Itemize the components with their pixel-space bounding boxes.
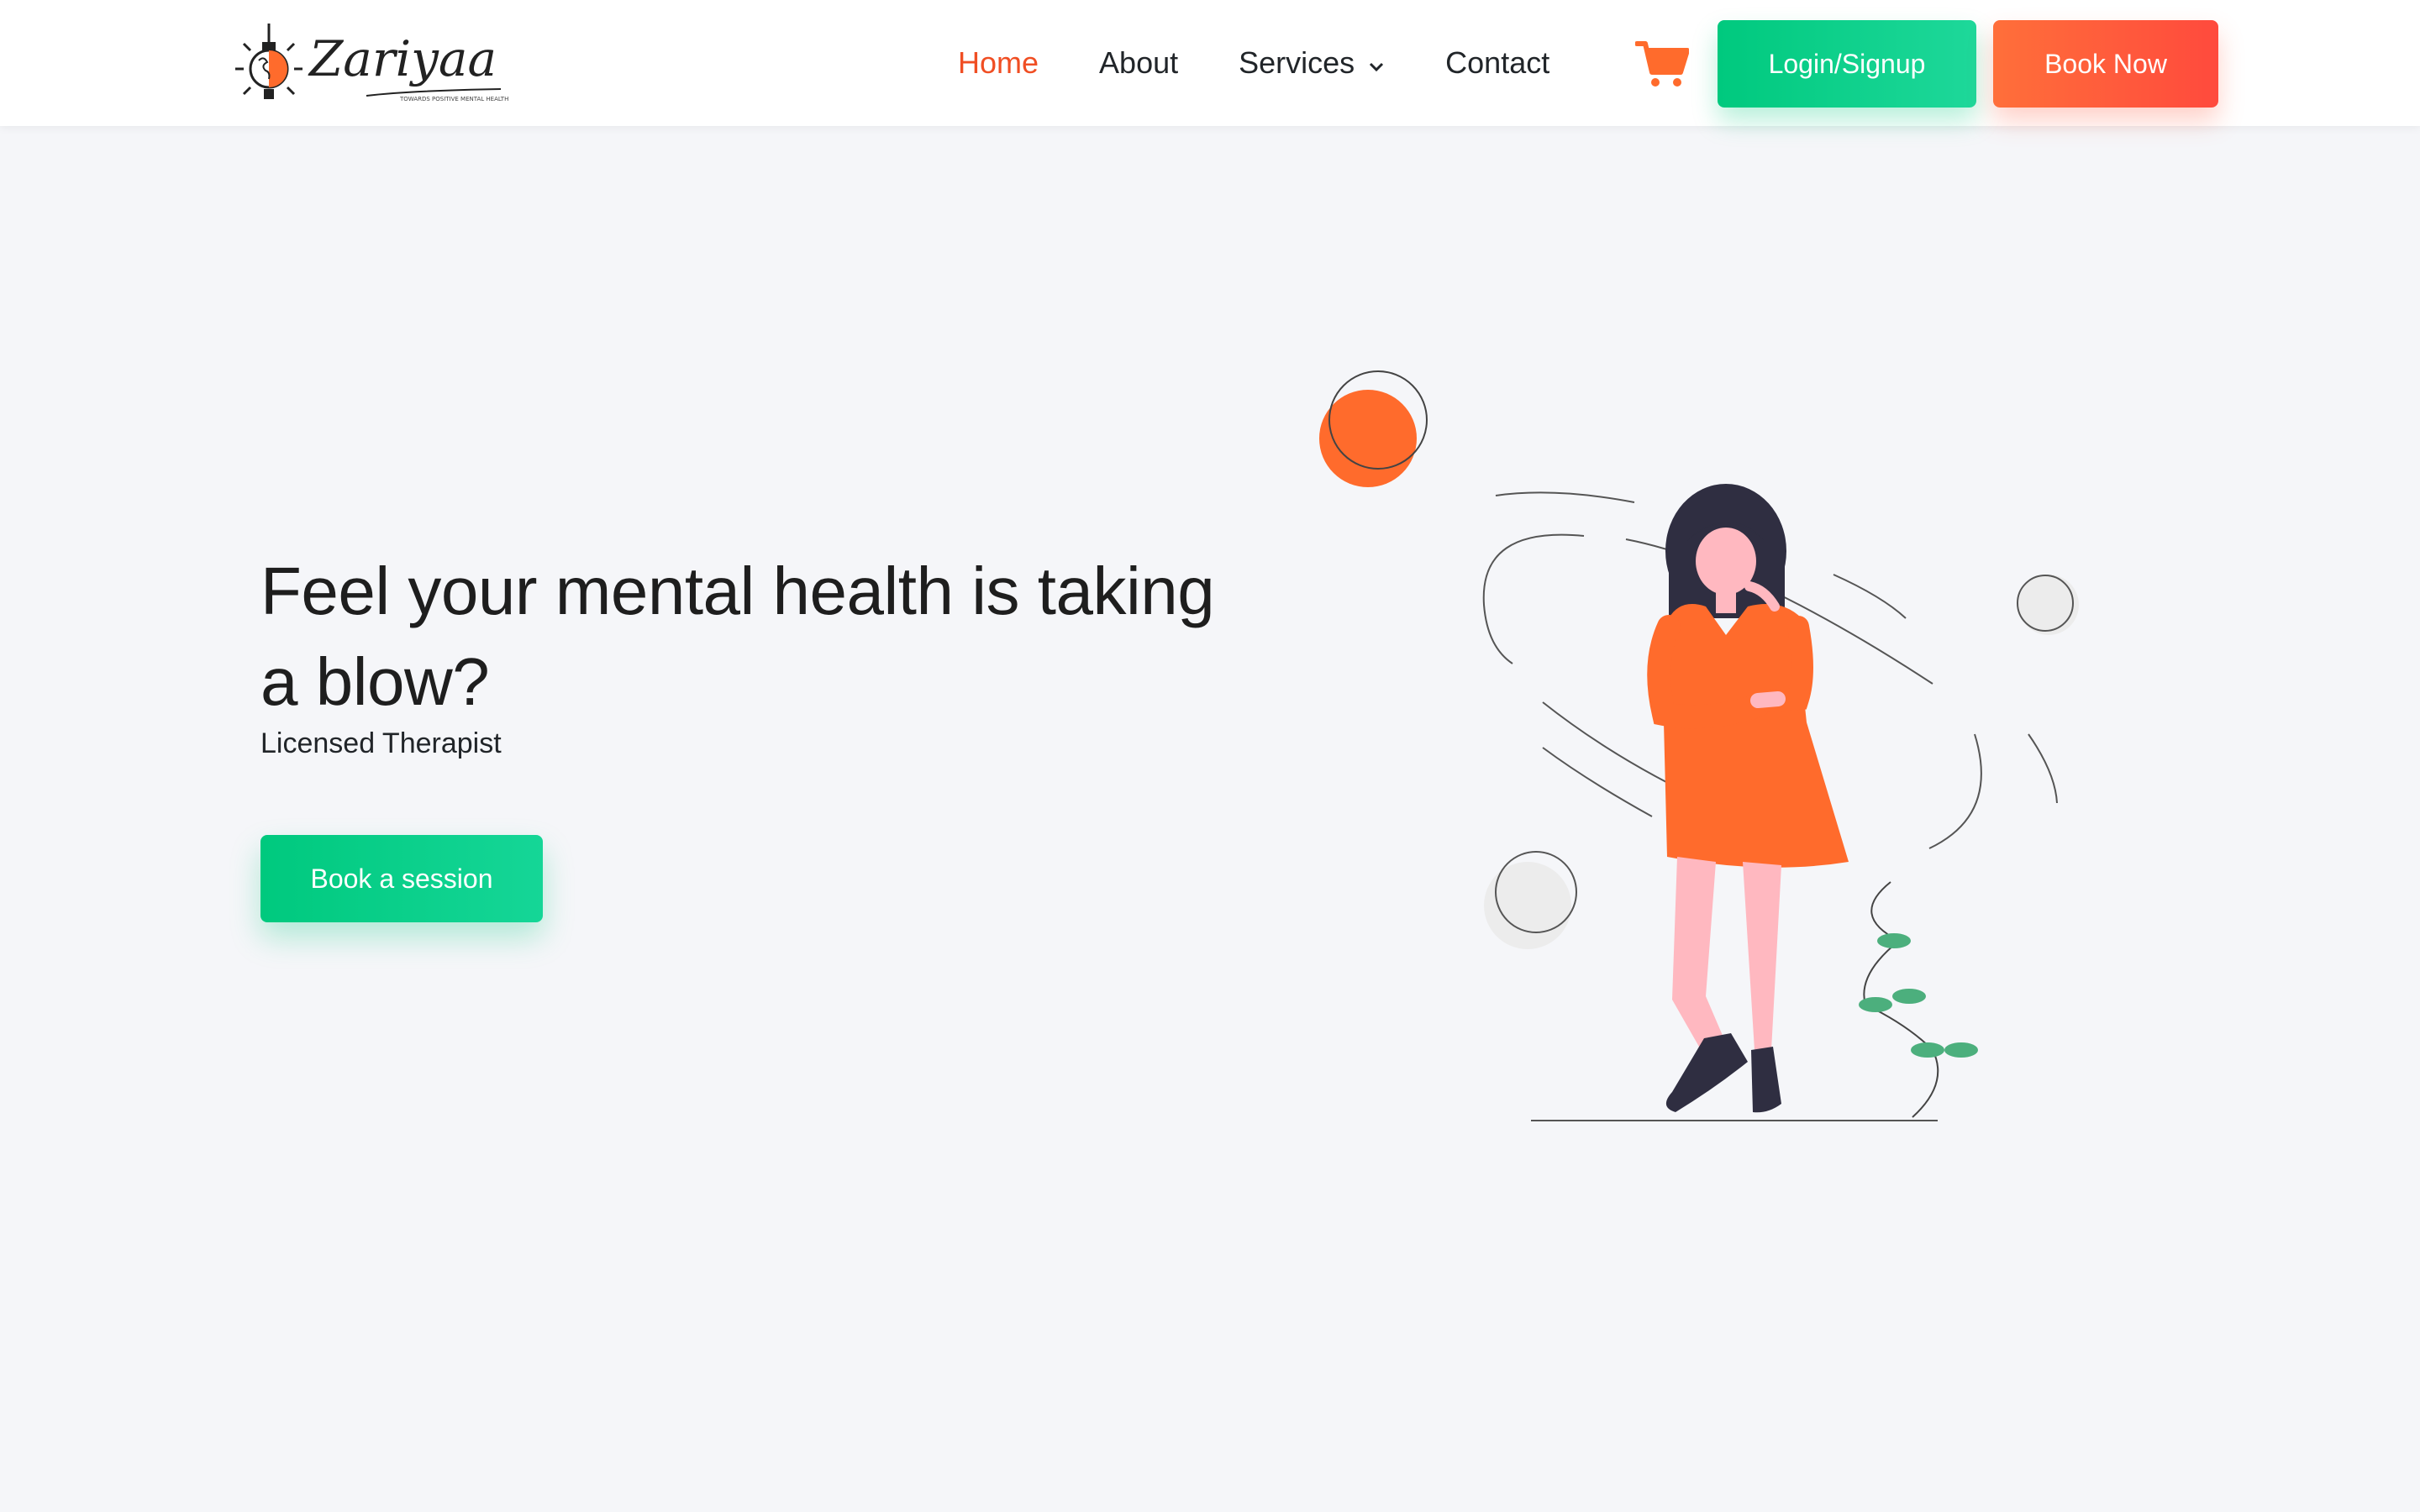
- book-session-button[interactable]: Book a session: [260, 835, 543, 922]
- main-nav: Home About Services Contact: [958, 0, 1610, 126]
- login-signup-button[interactable]: Login/Signup: [1718, 20, 1976, 108]
- nav-home[interactable]: Home: [958, 45, 1039, 81]
- book-now-button[interactable]: Book Now: [1993, 20, 2218, 108]
- brand-tagline: TOWARDS POSITIVE MENTAL HEALTH: [399, 96, 508, 102]
- navbar: Zariyaa TOWARDS POSITIVE MENTAL HEALTH H…: [0, 0, 2420, 126]
- brand-logo[interactable]: Zariyaa TOWARDS POSITIVE MENTAL HEALTH: [232, 18, 518, 111]
- chevron-down-icon: [1368, 45, 1385, 81]
- cart-icon[interactable]: [1634, 39, 1690, 89]
- brand-name: Zariyaa: [308, 30, 497, 87]
- hero-subtitle: Licensed Therapist: [260, 727, 502, 759]
- nav-services[interactable]: Services: [1239, 45, 1385, 81]
- brain-lightbulb-icon: Zariyaa TOWARDS POSITIVE MENTAL HEALTH: [235, 24, 508, 102]
- woman-thinking-illustration: [1311, 361, 2101, 1134]
- nav-contact[interactable]: Contact: [1445, 45, 1549, 81]
- hero-title: Feel your mental health is taking a blow…: [260, 554, 1215, 719]
- nav-about[interactable]: About: [1099, 45, 1178, 81]
- nav-services-label: Services: [1239, 45, 1355, 80]
